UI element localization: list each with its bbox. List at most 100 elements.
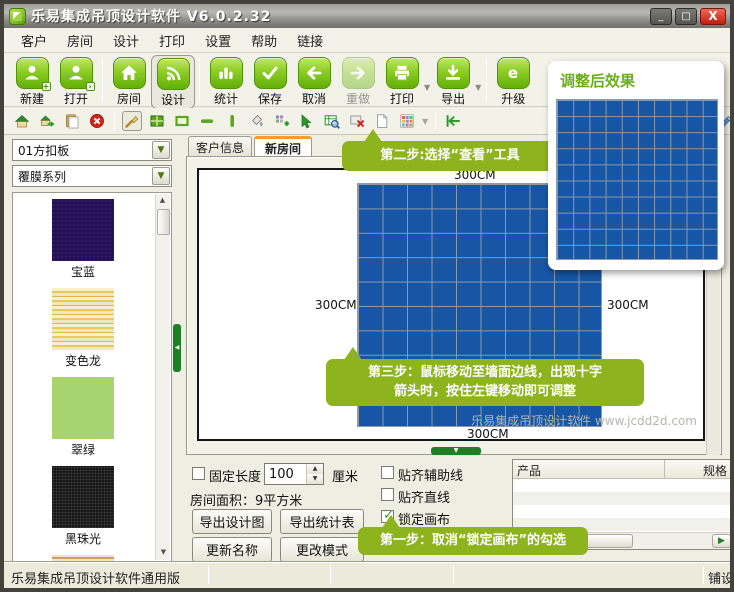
swatch-baolan[interactable]: 宝蓝 [52, 199, 114, 280]
new-button[interactable]: + 新建 [10, 55, 54, 107]
swatch-cuilv[interactable]: 翠绿 [52, 377, 114, 458]
material-palette-icon[interactable] [397, 111, 417, 131]
add-products-icon[interactable] [272, 111, 292, 131]
maximize-button[interactable]: □ [675, 8, 697, 25]
canvas-splitter-handle[interactable]: ▼ [431, 447, 481, 455]
material-list-scrollbar[interactable]: ▲ ▼ [155, 194, 170, 560]
menu-print[interactable]: 打印 [150, 28, 194, 53]
export-stats-button[interactable]: 导出统计表 [280, 509, 364, 534]
menu-room[interactable]: 房间 [58, 28, 102, 53]
new-doc-icon[interactable] [372, 111, 392, 131]
status-right: 铺设方 [708, 568, 734, 587]
lock-canvas-label: 锁定画布 [398, 509, 450, 528]
preview-grid [556, 99, 718, 260]
fill-bucket-icon[interactable] [247, 111, 267, 131]
menu-design[interactable]: 设计 [104, 28, 148, 53]
select-arrow-icon[interactable] [297, 111, 317, 131]
status-left: 乐易集成吊顶设计软件通用版 [11, 568, 180, 587]
chevron-down-icon[interactable]: ▼ [152, 141, 170, 159]
menu-help[interactable]: 帮助 [242, 28, 286, 53]
delete-red-icon[interactable] [87, 111, 107, 131]
preview-title: 调整后效果 [560, 70, 635, 91]
open-button[interactable]: › 打开 [54, 55, 98, 107]
menu-customer[interactable]: 客户 [12, 28, 56, 53]
user-open-icon [66, 63, 86, 83]
swatch-image[interactable] [52, 466, 114, 528]
redo-button[interactable]: 重做 [336, 55, 380, 107]
swatch-image[interactable] [52, 377, 114, 439]
col-product[interactable]: 产品 [513, 460, 665, 478]
watermark: 乐易集成吊顶设计软件 www.jcdd2d.com [471, 412, 697, 429]
scroll-down-icon[interactable]: ▼ [157, 546, 170, 559]
arrow-right-icon [348, 63, 368, 83]
print-button[interactable]: 打印 [380, 55, 424, 107]
series-select[interactable]: 覆膜系列 ▼ [12, 165, 172, 187]
spin-up-icon[interactable]: ▲ [307, 464, 323, 474]
undo-button[interactable]: 取消 [292, 55, 336, 107]
callout-tail [344, 347, 362, 360]
palette-dropdown-caret[interactable]: ▼ [422, 117, 428, 126]
material-list: 宝蓝 变色龙 翠绿 黑珠光 ▲ ▼ [12, 192, 172, 562]
window-title: 乐易集成吊顶设计软件 V6.0.2.32 [31, 6, 650, 26]
menu-settings[interactable]: 设置 [196, 28, 240, 53]
col-spec[interactable]: 规格 [665, 460, 732, 478]
change-mode-button[interactable]: 更改模式 [280, 537, 364, 562]
align-left-icon[interactable] [443, 111, 463, 131]
menu-links[interactable]: 链接 [288, 28, 332, 53]
export-dropdown-caret[interactable]: ▼ [475, 83, 481, 92]
panel-rect-icon[interactable] [172, 111, 192, 131]
toolbar-separator [114, 112, 115, 130]
table-row [513, 505, 732, 518]
scroll-right-icon[interactable]: ▶ [712, 534, 731, 548]
panel-hbar-icon[interactable] [197, 111, 217, 131]
scroll-up-icon[interactable]: ▲ [156, 194, 169, 207]
snap-guides-label: 贴齐辅助线 [398, 465, 463, 484]
room-button[interactable]: 房间 [107, 55, 151, 107]
download-icon [443, 63, 463, 83]
brush-tool-icon[interactable] [122, 111, 142, 131]
panel-grid-icon[interactable] [147, 111, 167, 131]
category-select[interactable]: 01方扣板 ▼ [12, 139, 172, 161]
fixed-length-checkbox[interactable] [192, 467, 205, 480]
scroll-thumb[interactable] [157, 209, 170, 235]
chevron-down-icon[interactable]: ▼ [152, 167, 170, 185]
design-button[interactable]: 设计 [151, 55, 195, 109]
length-input[interactable] [265, 464, 306, 484]
print-dropdown-caret[interactable]: ▼ [424, 83, 430, 92]
dim-left: 300CM [315, 298, 357, 312]
spin-down-icon[interactable]: ▼ [307, 474, 323, 484]
upgrade-button[interactable]: e 升级 [491, 55, 535, 107]
tab-customer-info[interactable]: 客户信息 [188, 136, 252, 157]
dim-bottom: 300CM [467, 427, 509, 441]
export-design-button[interactable]: 导出设计图 [192, 509, 272, 534]
close-button[interactable]: X [700, 8, 726, 25]
home-icon [119, 63, 139, 83]
product-rows [513, 479, 732, 531]
home-small-icon[interactable] [12, 111, 32, 131]
stats-button[interactable]: 统计 [204, 55, 248, 107]
minimize-button[interactable]: _ [650, 8, 672, 25]
save-button[interactable]: 保存 [248, 55, 292, 107]
swatch-bianselong[interactable]: 变色龙 [52, 288, 114, 369]
room-area-label: 房间面积：9平方米 [190, 490, 302, 509]
view-table-icon[interactable] [322, 111, 342, 131]
update-name-button[interactable]: 更新名称 [192, 537, 272, 562]
home-export-icon[interactable] [37, 111, 57, 131]
unit-label: 厘米 [332, 466, 358, 485]
snap-lines-checkbox[interactable] [381, 488, 394, 501]
snap-guides-checkbox[interactable] [381, 466, 394, 479]
panel-vbar-icon[interactable] [222, 111, 242, 131]
snap-lines-label: 贴齐直线 [398, 487, 450, 506]
export-button[interactable]: 导出 [431, 55, 475, 107]
paste-icon[interactable] [62, 111, 82, 131]
remove-selection-icon[interactable] [347, 111, 367, 131]
arrow-left-icon [304, 63, 324, 83]
panel-splitter-handle[interactable]: ◀ [173, 324, 181, 372]
fixed-length-label: 固定长度 [209, 466, 261, 485]
callout-step2: 第二步:选择“查看”工具 [342, 141, 558, 171]
swatch-image[interactable] [52, 288, 114, 350]
swatch-heizhuguang[interactable]: 黑珠光 [52, 466, 114, 547]
length-spinner[interactable]: ▲▼ [264, 463, 324, 485]
tab-new-room[interactable]: 新房间 [254, 136, 312, 157]
swatch-image[interactable] [52, 199, 114, 261]
